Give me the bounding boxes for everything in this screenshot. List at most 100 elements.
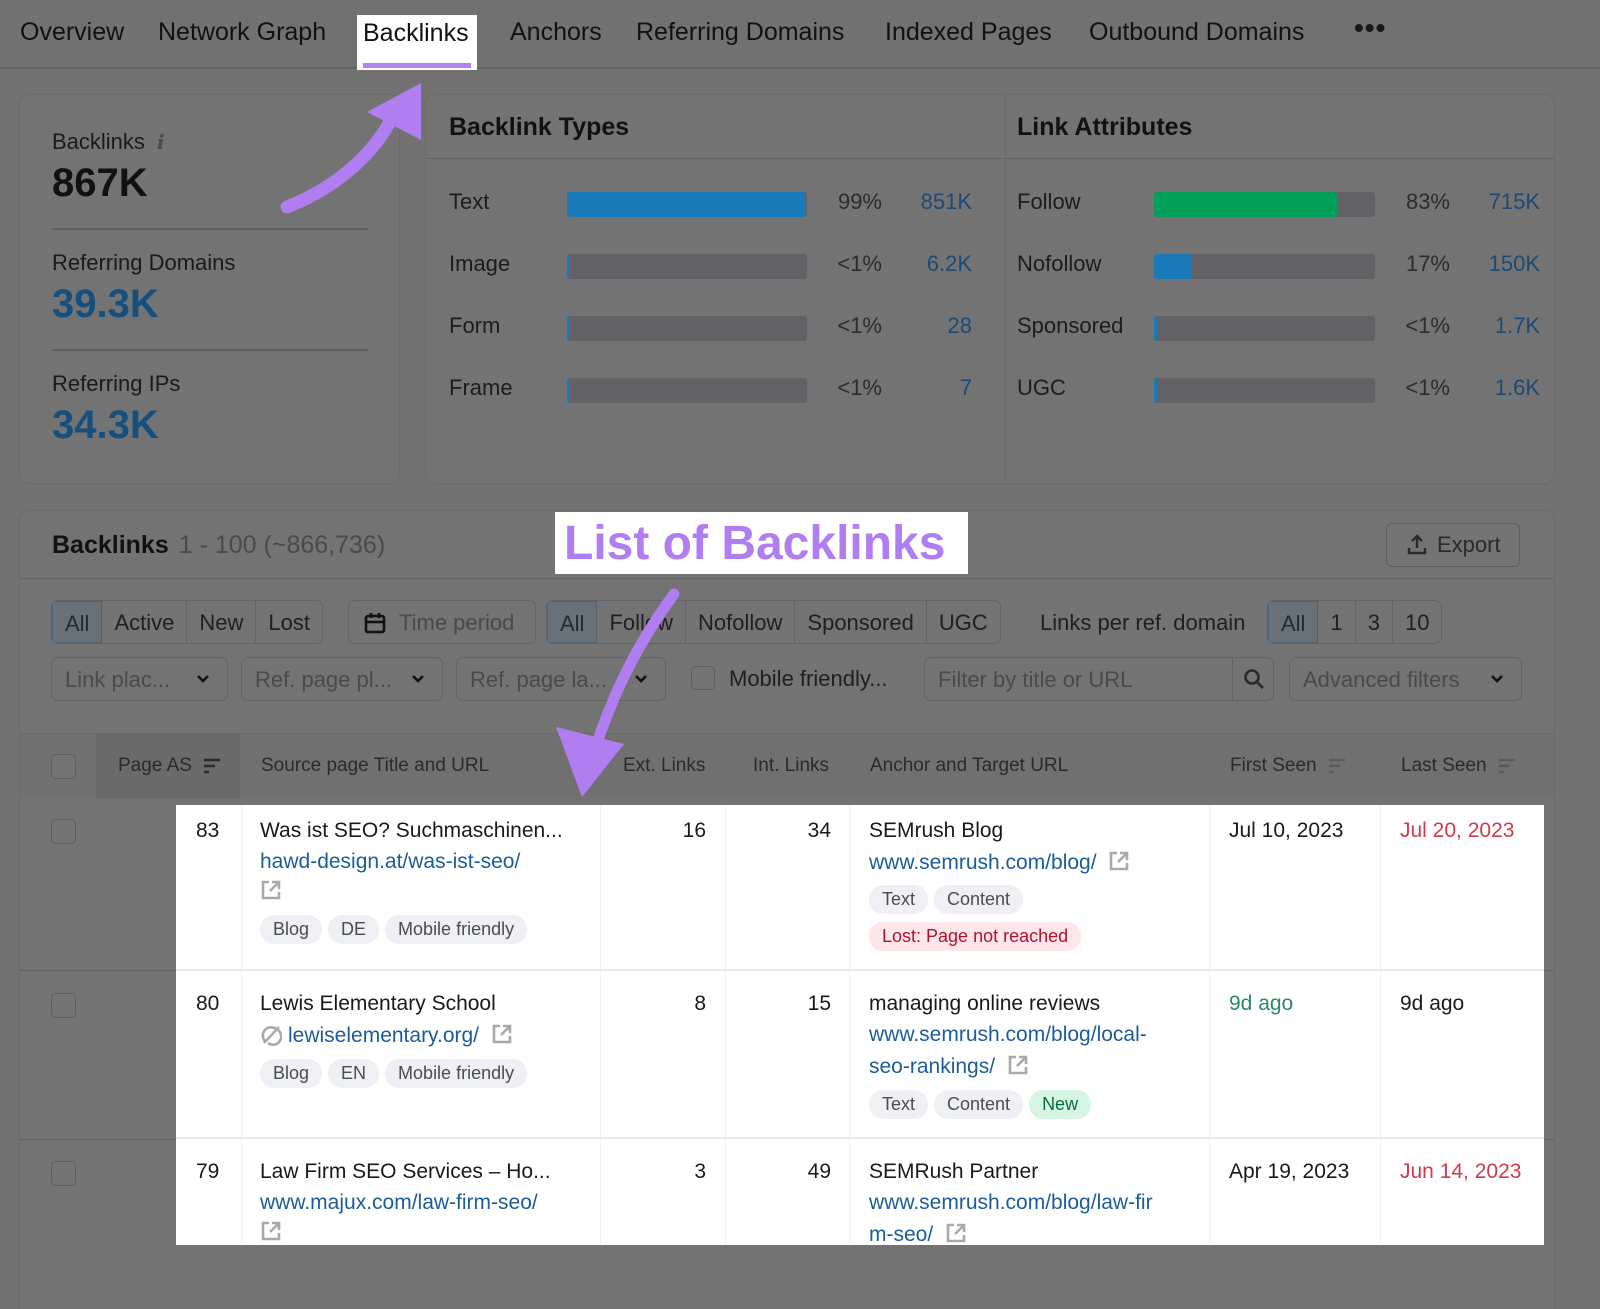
backlinks-metric-value: 867K	[52, 161, 148, 205]
target-url-link[interactable]: www.semrush.com/blog/	[869, 851, 1097, 874]
distribution-count[interactable]: 1.7K	[1460, 313, 1540, 339]
external-link-icon[interactable]	[260, 1220, 282, 1245]
distribution-label: Text	[449, 189, 490, 214]
source-url-link[interactable]: lewiselementary.org/	[288, 1024, 479, 1047]
distribution-count[interactable]: 6.2K	[892, 251, 972, 277]
target-url-link[interactable]: www.semrush.com/blog/local-	[869, 1023, 1147, 1046]
more-tabs-button[interactable]: •••	[1354, 12, 1386, 44]
status-filter-new[interactable]: New	[187, 601, 257, 643]
header-last-seen[interactable]: Last Seen	[1401, 755, 1516, 777]
target-url[interactable]: www.semrush.com/blog/local-	[869, 1023, 1147, 1047]
ref-domains-value[interactable]: 39.3K	[52, 282, 159, 327]
external-link-icon[interactable]	[945, 1222, 967, 1244]
distribution-row: Text 99% 851K	[449, 189, 972, 219]
export-button[interactable]: Export	[1386, 523, 1520, 567]
search-input[interactable]: Filter by title or URL	[924, 657, 1274, 701]
target-url[interactable]: www.semrush.com/blog/	[869, 850, 1130, 875]
header-ext-links[interactable]: Ext. Links	[623, 755, 705, 777]
attr-filter-follow[interactable]: Follow	[597, 601, 687, 643]
page-as-value: 79	[196, 1160, 220, 1183]
tag-chip: Text	[869, 885, 929, 914]
ext-links-value: 16	[682, 819, 706, 842]
links-per-domain-all[interactable]: All	[1268, 601, 1319, 643]
distribution-count[interactable]: 1.6K	[1460, 375, 1540, 401]
column-divider	[849, 805, 850, 1245]
source-title: Was ist SEO? Suchmaschinen...	[260, 819, 563, 842]
attr-filter-sponsored[interactable]: Sponsored	[795, 601, 927, 643]
advanced-filters-dropdown[interactable]: Advanced filters	[1289, 657, 1522, 701]
target-url-continued[interactable]: seo-rankings/	[869, 1054, 1029, 1079]
ref-page-platform-dropdown[interactable]: Ref. page pl...	[241, 657, 443, 701]
external-link-icon[interactable]	[1007, 1054, 1029, 1076]
external-link-icon[interactable]	[260, 879, 282, 907]
chevron-down-icon	[412, 675, 424, 683]
distribution-count[interactable]: 851K	[892, 189, 972, 215]
distribution-row: UGC <1% 1.6K	[1017, 375, 1540, 405]
mobile-friendly-label: Mobile friendly...	[729, 666, 888, 691]
row-checkbox[interactable]	[51, 993, 76, 1018]
external-link-icon[interactable]	[1108, 850, 1130, 872]
tag-chip: EN	[328, 1059, 380, 1088]
links-per-domain-1[interactable]: 1	[1318, 601, 1356, 643]
active-tab-indicator	[363, 63, 471, 68]
distribution-percent: <1%	[837, 251, 882, 276]
distribution-count[interactable]: 7	[892, 375, 972, 401]
attr-filter-ugc[interactable]: UGC	[927, 601, 1000, 643]
distribution-bar-track	[567, 254, 807, 279]
select-all-checkbox[interactable]	[51, 754, 76, 779]
anchor-text: SEMRush Partner	[869, 1160, 1039, 1183]
header-page-as-label: Page AS	[118, 755, 192, 776]
ref-page-language-dropdown[interactable]: Ref. page la...	[456, 657, 666, 701]
time-period-button[interactable]: Time period	[348, 600, 536, 644]
header-int-links[interactable]: Int. Links	[753, 755, 829, 777]
links-per-domain-3[interactable]: 3	[1356, 601, 1393, 643]
target-url[interactable]: www.semrush.com/blog/law-fir	[869, 1191, 1153, 1215]
tab-backlinks[interactable]: Backlinks	[357, 15, 477, 70]
distribution-count[interactable]: 715K	[1460, 189, 1540, 215]
target-url-link[interactable]: m-seo/	[869, 1223, 933, 1245]
chevron-down-icon	[197, 675, 209, 683]
row-checkbox[interactable]	[51, 1161, 76, 1186]
ref-ips-value[interactable]: 34.3K	[52, 403, 159, 448]
search-button[interactable]	[1232, 657, 1274, 701]
source-url-link[interactable]: www.majux.com/law-firm-seo/	[260, 1191, 538, 1214]
tab-outbound-domains[interactable]: Outbound Domains	[1089, 18, 1304, 47]
target-url-link[interactable]: seo-rankings/	[869, 1055, 995, 1078]
distribution-count[interactable]: 28	[892, 313, 972, 339]
last-seen-value: Jul 20, 2023	[1400, 819, 1515, 842]
distribution-count[interactable]: 150K	[1460, 251, 1540, 277]
target-url-link[interactable]: www.semrush.com/blog/law-fir	[869, 1191, 1153, 1214]
source-url-link[interactable]: hawd-design.at/was-ist-seo/	[260, 850, 520, 873]
page-as-value: 80	[196, 992, 220, 1015]
tab-overview[interactable]: Overview	[20, 18, 124, 47]
distribution-label: Sponsored	[1017, 313, 1124, 338]
anchor-text: managing online reviews	[869, 992, 1101, 1015]
link-placement-dropdown[interactable]: Link plac...	[51, 657, 228, 701]
target-url-continued[interactable]: m-seo/	[869, 1222, 967, 1245]
chevron-down-icon	[635, 675, 647, 683]
backlink-types-title: Backlink Types	[449, 113, 630, 141]
distribution-percent: <1%	[837, 375, 882, 400]
status-filter-all[interactable]: All	[52, 601, 103, 643]
attr-filter-nofollow[interactable]: Nofollow	[686, 601, 796, 643]
tab-indexed-pages[interactable]: Indexed Pages	[885, 18, 1052, 47]
status-tag: Lost: Page not reached	[869, 922, 1087, 951]
links-per-domain-10[interactable]: 10	[1393, 601, 1441, 643]
header-page-as[interactable]: Page AS	[118, 755, 221, 777]
info-icon[interactable]: i	[157, 130, 165, 154]
external-link-icon[interactable]	[491, 1023, 513, 1045]
header-first-seen[interactable]: First Seen	[1230, 755, 1346, 777]
source-url[interactable]: www.majux.com/law-firm-seo/	[260, 1191, 538, 1215]
mobile-friendly-checkbox[interactable]	[691, 666, 715, 690]
list-title-text: Backlinks	[52, 531, 169, 559]
attr-filter-all[interactable]: All	[547, 601, 598, 643]
tab-referring-domains[interactable]: Referring Domains	[636, 18, 844, 47]
source-url[interactable]: hawd-design.at/was-ist-seo/	[260, 850, 520, 874]
anchor-text: SEMrush Blog	[869, 819, 1004, 842]
source-url[interactable]: lewiselementary.org/	[260, 1023, 513, 1048]
row-checkbox[interactable]	[51, 819, 76, 844]
status-filter-active[interactable]: Active	[102, 601, 188, 643]
tab-anchors[interactable]: Anchors	[510, 18, 602, 47]
status-filter-lost[interactable]: Lost	[256, 601, 322, 643]
tab-network-graph[interactable]: Network Graph	[158, 18, 326, 47]
